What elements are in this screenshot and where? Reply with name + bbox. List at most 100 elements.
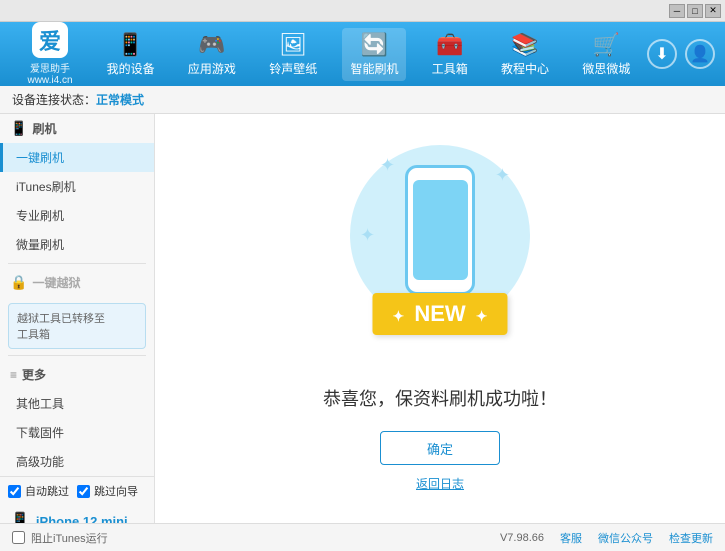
nav-item-my-device[interactable]: 📱 我的设备 bbox=[99, 28, 163, 81]
nav-item-weidian[interactable]: 🛒 微思微城 bbox=[574, 28, 638, 81]
sidebar-full: 📱 刷机 一键刷机 iTunes刷机 专业刷机 微量刷机 bbox=[0, 114, 154, 523]
smart-flash-icon: 🔄 bbox=[361, 32, 388, 58]
minimize-button[interactable]: ─ bbox=[669, 4, 685, 18]
nav-bar: 爱 爱思助手 www.i4.cn 📱 我的设备 🎮 应用游戏 🖼 铃声壁纸 🔄 … bbox=[0, 22, 725, 86]
toolbox-icon: 🧰 bbox=[436, 32, 463, 58]
nav-item-smart-flash-label: 智能刷机 bbox=[350, 60, 398, 77]
sidebar-item-download-fw-label: 下载固件 bbox=[16, 426, 64, 440]
status-prefix: 设备连接状态： bbox=[12, 91, 96, 108]
new-label: NEW bbox=[414, 301, 465, 326]
customer-service-link[interactable]: 客服 bbox=[560, 530, 582, 546]
user-button[interactable]: 👤 bbox=[685, 39, 715, 69]
nav-item-apps-games-label: 应用游戏 bbox=[188, 60, 236, 77]
auto-skip-checkbox[interactable]: 自动跳过 bbox=[8, 483, 69, 499]
sidebar: 📱 刷机 一键刷机 iTunes刷机 专业刷机 微量刷机 bbox=[0, 114, 155, 523]
skip-wizard-input[interactable] bbox=[77, 485, 90, 498]
center-area: ✦ ✦ ✦ NEW 恭喜您，保资料刷机成功啦！ 确定 返回日志 bbox=[155, 114, 725, 523]
sidebar-section-more-label: 更多 bbox=[22, 366, 46, 383]
new-ribbon: NEW bbox=[372, 293, 507, 335]
sidebar-item-wipe-label: 微量刷机 bbox=[16, 238, 64, 252]
checkbox-row: 自动跳过 跳过向导 bbox=[0, 477, 154, 505]
nav-item-my-device-label: 我的设备 bbox=[107, 60, 155, 77]
sparkle-2: ✦ bbox=[495, 165, 510, 186]
auto-skip-label: 自动跳过 bbox=[25, 483, 69, 499]
sidebar-item-advanced[interactable]: 高级功能 bbox=[0, 447, 154, 476]
sidebar-section-flash: 📱 刷机 bbox=[0, 114, 154, 143]
nav-item-toolbox[interactable]: 🧰 工具箱 bbox=[424, 28, 476, 81]
sidebar-item-pro-flash[interactable]: 专业刷机 bbox=[0, 201, 154, 230]
more-section-icon: ≡ bbox=[10, 368, 17, 382]
phone-illustration: ✦ ✦ ✦ NEW bbox=[340, 145, 540, 365]
sparkle-1: ✦ bbox=[380, 155, 395, 176]
title-bar: ─ □ ✕ bbox=[0, 0, 725, 22]
bottom-right: V7.98.66 客服 微信公众号 检查更新 bbox=[500, 530, 713, 546]
lock-icon: 🔒 bbox=[10, 274, 27, 291]
sidebar-item-other-tools-label: 其他工具 bbox=[16, 397, 64, 411]
main-content: 📱 刷机 一键刷机 iTunes刷机 专业刷机 微量刷机 bbox=[0, 114, 725, 523]
nav-item-wallpaper[interactable]: 🖼 铃声壁纸 bbox=[261, 28, 325, 81]
sidebar-divider-1 bbox=[8, 263, 146, 264]
sidebar-section-flash-label: 刷机 bbox=[32, 120, 56, 137]
sidebar-item-itunes-flash[interactable]: iTunes刷机 bbox=[0, 172, 154, 201]
sidebar-info-text: 越狱工具已转移至工具箱 bbox=[17, 313, 105, 341]
auto-skip-input[interactable] bbox=[8, 485, 21, 498]
wechat-public-link[interactable]: 微信公众号 bbox=[598, 530, 653, 546]
nav-item-toolbox-label: 工具箱 bbox=[432, 60, 468, 77]
sidebar-item-pro-label: 专业刷机 bbox=[16, 209, 64, 223]
status-value: 正常模式 bbox=[96, 91, 144, 108]
logo-icon: 爱 bbox=[32, 22, 68, 58]
confirm-button[interactable]: 确定 bbox=[380, 431, 500, 465]
maximize-button[interactable]: □ bbox=[687, 4, 703, 18]
skip-wizard-label: 跳过向导 bbox=[94, 483, 138, 499]
status-bar: 设备连接状态： 正常模式 bbox=[0, 86, 725, 114]
nav-item-tutorial-label: 教程中心 bbox=[501, 60, 549, 77]
sidebar-info-box: 越狱工具已转移至工具箱 bbox=[8, 303, 146, 349]
sparkle-3: ✦ bbox=[360, 225, 375, 246]
sidebar-item-advanced-label: 高级功能 bbox=[16, 455, 64, 469]
device-icon-small: 📱 bbox=[10, 511, 30, 523]
sidebar-main: 📱 刷机 一键刷机 iTunes刷机 专业刷机 微量刷机 bbox=[0, 114, 154, 476]
sidebar-locked-label: 一键越狱 bbox=[32, 274, 80, 291]
apps-icon: 🎮 bbox=[198, 32, 225, 58]
flash-section-icon: 📱 bbox=[10, 120, 27, 137]
logo-text-line2: www.i4.cn bbox=[27, 75, 72, 86]
sidebar-item-itunes-label: iTunes刷机 bbox=[16, 180, 76, 194]
device-info: 📱 iPhone 12 mini 64GB Down-12mini-13,1 bbox=[0, 505, 154, 523]
logo-text-line1: 爱思助手 bbox=[30, 60, 70, 75]
version-label: V7.98.66 bbox=[500, 532, 544, 544]
wallpaper-icon: 🖼 bbox=[279, 32, 307, 58]
sidebar-divider-2 bbox=[8, 355, 146, 356]
nav-item-tutorial[interactable]: 📚 教程中心 bbox=[493, 28, 557, 81]
nav-item-smart-flash[interactable]: 🔄 智能刷机 bbox=[342, 28, 406, 81]
weidian-icon: 🛒 bbox=[593, 32, 620, 58]
download-button[interactable]: ⬇ bbox=[647, 39, 677, 69]
phone-screen bbox=[413, 180, 468, 280]
sidebar-item-other-tools[interactable]: 其他工具 bbox=[0, 389, 154, 418]
tutorial-icon: 📚 bbox=[511, 32, 538, 58]
bottom-bar: 阻止iTunes运行 V7.98.66 客服 微信公众号 检查更新 bbox=[0, 523, 725, 551]
nav-items: 📱 我的设备 🎮 应用游戏 🖼 铃声壁纸 🔄 智能刷机 🧰 工具箱 📚 教程中心… bbox=[90, 28, 647, 81]
device-icon: 📱 bbox=[117, 32, 144, 58]
check-update-link[interactable]: 检查更新 bbox=[669, 530, 713, 546]
sidebar-item-wipe-flash[interactable]: 微量刷机 bbox=[0, 230, 154, 259]
bottom-left: 阻止iTunes运行 bbox=[12, 530, 108, 546]
stop-itunes-label: 阻止iTunes运行 bbox=[31, 530, 108, 546]
sidebar-locked-section: 🔒 一键越狱 bbox=[0, 268, 154, 297]
sidebar-item-one-click-flash[interactable]: 一键刷机 bbox=[0, 143, 154, 172]
sidebar-section-more: ≡ 更多 bbox=[0, 360, 154, 389]
sidebar-item-download-fw[interactable]: 下载固件 bbox=[0, 418, 154, 447]
sidebar-item-one-click-label: 一键刷机 bbox=[16, 151, 64, 165]
nav-right-buttons: ⬇ 👤 bbox=[647, 39, 715, 69]
nav-item-apps-games[interactable]: 🎮 应用游戏 bbox=[180, 28, 244, 81]
skip-wizard-checkbox[interactable]: 跳过向导 bbox=[77, 483, 138, 499]
sidebar-footer: 自动跳过 跳过向导 📱 iPhone 12 mini 64GB Down-12m… bbox=[0, 476, 154, 523]
success-text: 恭喜您，保资料刷机成功啦！ bbox=[323, 385, 557, 411]
nav-item-weidian-label: 微思微城 bbox=[582, 60, 630, 77]
close-button[interactable]: ✕ bbox=[705, 4, 721, 18]
phone-body bbox=[405, 165, 475, 295]
stop-itunes-checkbox[interactable] bbox=[12, 531, 25, 544]
back-link[interactable]: 返回日志 bbox=[416, 475, 464, 492]
app-logo: 爱 爱思助手 www.i4.cn bbox=[10, 22, 90, 86]
nav-item-wallpaper-label: 铃声壁纸 bbox=[269, 60, 317, 77]
device-name: iPhone 12 mini bbox=[36, 514, 128, 524]
